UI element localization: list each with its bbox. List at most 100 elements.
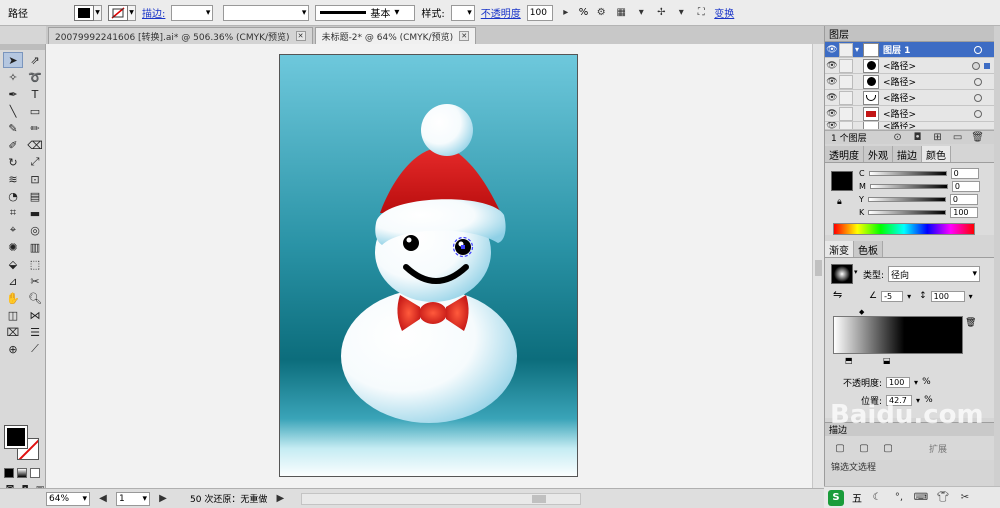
artboard-tool-icon[interactable]: ◫ (3, 307, 23, 323)
chevron-down-icon[interactable]: ▾ (854, 268, 858, 276)
eyedropper-tool-icon[interactable]: ⌖ (3, 222, 23, 238)
eye-icon[interactable]: 👁︎ (825, 122, 839, 129)
tab-gradient[interactable]: 渐变 (825, 241, 854, 257)
layer-row-main[interactable]: 👁︎ ▾ 图层 1 (825, 42, 994, 58)
tab-transparency[interactable]: 透明度 (825, 146, 864, 162)
chevron-down-icon[interactable]: ▾ (907, 292, 911, 301)
chevron-down-icon[interactable]: ▾ (674, 6, 688, 20)
mesh-tool-icon[interactable]: ⌗ (3, 205, 23, 221)
stroke-dropdown-icon[interactable]: ▼ (128, 4, 136, 21)
keyboard-icon[interactable]: ⌨ (914, 491, 928, 505)
lock-toggle[interactable] (839, 58, 853, 73)
gradient-aspect-input[interactable]: 100 (930, 290, 965, 302)
blob-brush-tool-icon[interactable]: ✐ (3, 137, 23, 153)
expand-button[interactable]: 扩展 (929, 442, 947, 455)
eye-icon[interactable]: 👁︎ (825, 43, 839, 57)
tab-stroke[interactable]: 描边 (893, 146, 922, 162)
cyan-value-input[interactable]: 0 (950, 168, 979, 179)
ime-mode[interactable]: 五 (852, 490, 862, 505)
panel-dock-scrollbar[interactable] (994, 26, 1000, 508)
pen-tool-icon[interactable]: ✒ (3, 86, 23, 102)
punctuation-icon[interactable]: °, (892, 491, 906, 505)
first-artboard-icon[interactable]: ◀ (96, 492, 110, 506)
close-icon[interactable]: ✕ (459, 31, 470, 41)
type-tool-icon[interactable]: T (25, 86, 45, 102)
new-layer-icon[interactable]: ▭ (951, 131, 965, 145)
color-mode-icon[interactable] (4, 468, 14, 478)
gradient-mode-icon[interactable] (17, 468, 27, 478)
path-target-icon[interactable] (974, 77, 982, 86)
slice-tool-icon[interactable]: ⊿ (3, 273, 23, 289)
chevron-down-icon[interactable]: ▾ (855, 45, 863, 54)
status-menu-icon[interactable]: ▶ (273, 492, 287, 506)
document-tab-1[interactable]: 20079992241606 [转换].ai* @ 506.36% (CMYK/… (48, 27, 313, 44)
chevron-down-icon[interactable]: ▾ (916, 396, 920, 405)
gradient-stop-black[interactable]: ⬓ (883, 356, 891, 365)
gradient-tool-icon[interactable]: ▬ (25, 205, 45, 221)
fill-stroke-swatches[interactable] (4, 425, 41, 462)
skin-icon[interactable]: 👕︎ (936, 491, 950, 505)
zoom-level-field[interactable]: 64% ▾ (46, 491, 90, 506)
lasso-tool-icon[interactable]: ➰ (25, 69, 45, 85)
make-clipping-mask-icon[interactable]: ◘ (911, 131, 925, 145)
pencil-tool-icon[interactable]: ✏ (25, 120, 45, 136)
close-icon[interactable]: ✕ (295, 31, 306, 41)
graph-tool-icon[interactable]: ☰ (25, 324, 45, 340)
opacity-panel-link[interactable]: 不透明度 (481, 5, 521, 20)
stroke-swatch-control[interactable]: ▼ (108, 4, 136, 21)
gradient-slider[interactable] (833, 316, 963, 354)
crop-tool-icon[interactable]: ⌧ (3, 324, 23, 340)
lock-toggle[interactable] (839, 122, 853, 129)
stop-position-input[interactable]: 42.7 (886, 394, 913, 406)
locate-object-icon[interactable]: ⊙ (891, 131, 905, 145)
lock-toggle[interactable] (839, 74, 853, 89)
free-transform-tool-icon[interactable]: ⊡ (25, 171, 45, 187)
tab-color[interactable]: 颜色 (922, 146, 951, 162)
fill-swatch[interactable] (74, 4, 94, 21)
none-mode-icon[interactable] (30, 468, 40, 478)
fill-dropdown-icon[interactable]: ▼ (94, 4, 102, 21)
scrollbar-thumb[interactable] (532, 494, 547, 503)
direct-selection-tool-icon[interactable]: ⇗ (25, 52, 45, 68)
settings-icon[interactable]: ✂ (958, 491, 972, 505)
next-artboard-icon[interactable]: ▶ (156, 492, 170, 506)
knife-tool-icon[interactable]: ⟋ (25, 341, 45, 357)
paintbrush-tool-icon[interactable]: ✎ (3, 120, 23, 136)
fit-icon[interactable]: ⛶ (694, 6, 708, 20)
stroke-swatch[interactable] (108, 4, 128, 21)
snowman-artwork[interactable] (280, 55, 578, 477)
live-paint-selection-icon[interactable]: ⬚ (25, 256, 45, 272)
width-tool-icon[interactable]: ⋈ (25, 307, 45, 323)
gradient-type-select[interactable]: 径向 ▾ (888, 266, 981, 282)
gradient-angle-input[interactable]: -5 (881, 290, 904, 302)
measure-tool-icon[interactable]: ⊕ (3, 341, 23, 357)
yellow-slider[interactable] (867, 197, 946, 202)
zoom-tool-icon[interactable]: 🔍︎ (25, 290, 45, 306)
canvas-area[interactable] (46, 44, 812, 488)
half-width-icon[interactable]: ☾ (870, 491, 884, 505)
chevron-down-icon[interactable]: ▾ (634, 6, 648, 20)
layer-row-path[interactable]: 👁︎ <路径> (825, 58, 994, 74)
isolate-object-icon[interactable]: ✢ (654, 6, 668, 20)
line-tool-icon[interactable]: ╲ (3, 103, 23, 119)
align-icon[interactable]: ▦ (614, 6, 628, 20)
rectangle-tool-icon[interactable]: ▭ (25, 103, 45, 119)
trash-icon[interactable]: 🗑︎ (971, 131, 985, 145)
selection-tool-icon[interactable]: ➤ (3, 52, 23, 68)
perspective-grid-tool-icon[interactable]: ▤ (25, 188, 45, 204)
magic-wand-tool-icon[interactable]: ✧ (3, 69, 23, 85)
magenta-value-input[interactable]: 0 (951, 181, 980, 192)
eye-icon[interactable]: 👁︎ (825, 59, 839, 73)
vertical-scrollbar[interactable] (812, 44, 824, 488)
eye-icon[interactable]: 👁︎ (825, 91, 839, 105)
new-sublayer-icon[interactable]: ⊞ (931, 131, 945, 145)
brush-definition-control[interactable]: 基本 ▾ (315, 4, 416, 21)
variable-width-field[interactable]: ▾ (223, 4, 310, 21)
layer-row-path[interactable]: 👁︎ <路径> (825, 106, 994, 122)
stop-opacity-input[interactable]: 100 (886, 376, 911, 388)
eye-icon[interactable]: 👁︎ (825, 107, 839, 121)
layers-panel-header[interactable]: 图层 (825, 26, 994, 42)
recolor-artwork-icon[interactable]: ⚙ (594, 6, 608, 20)
layer-row-path[interactable]: 👁︎ <路径> (825, 90, 994, 106)
warp-tool-icon[interactable]: ≋ (3, 171, 23, 187)
